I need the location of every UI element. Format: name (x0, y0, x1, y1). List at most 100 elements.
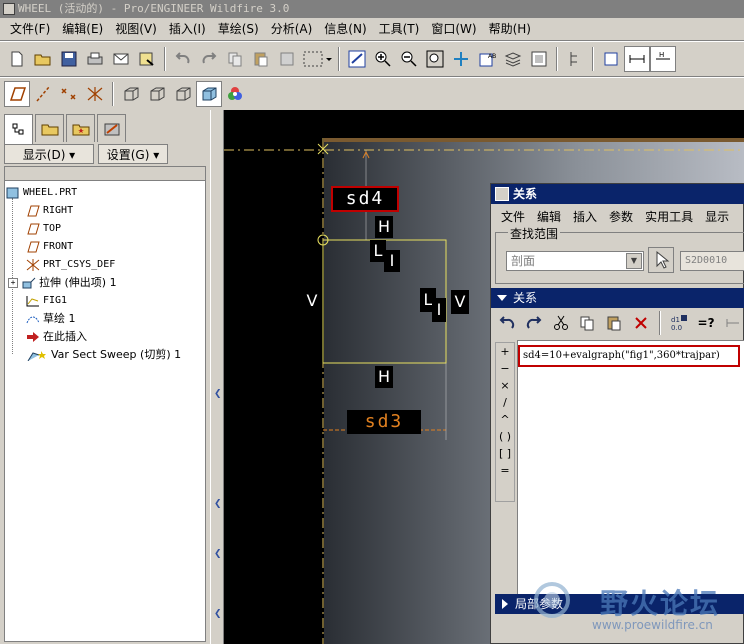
menu-tools[interactable]: 工具(T) (373, 18, 426, 40)
show-dropdown[interactable]: 显示(D) ▾ (4, 144, 94, 164)
tree-node-front[interactable]: FRONT (26, 238, 73, 255)
repaint-button[interactable] (344, 46, 370, 72)
look-in-select[interactable]: 剖面 ▼ (506, 251, 644, 271)
dialog-menu-parameters[interactable]: 参数 (603, 208, 639, 225)
menu-edit[interactable]: 编辑(E) (56, 18, 109, 40)
menu-window[interactable]: 窗口(W) (425, 18, 482, 40)
datum-points-toggle[interactable] (56, 81, 82, 107)
operator-power-button[interactable]: ^ (496, 411, 514, 428)
datum-planes-toggle[interactable] (4, 81, 30, 107)
relations-undo-button[interactable] (495, 310, 520, 336)
copy-button[interactable] (222, 46, 248, 72)
rename-button[interactable] (134, 46, 160, 72)
csys-toggle[interactable] (82, 81, 108, 107)
tree-node-top[interactable]: TOP (26, 220, 61, 237)
paste-special-button[interactable] (274, 46, 300, 72)
select-item-button[interactable] (648, 247, 674, 273)
constraint-i-right[interactable]: I (432, 298, 446, 322)
panel-splitter[interactable]: ❮ ❮ ❮ ❮ (210, 110, 224, 644)
no-hidden-button[interactable] (170, 81, 196, 107)
zoom-out-button[interactable] (396, 46, 422, 72)
open-button[interactable] (30, 46, 56, 72)
refit-button[interactable] (422, 46, 448, 72)
model-tree-toggle-button[interactable] (562, 46, 588, 72)
relations-cut-button[interactable] (548, 310, 573, 336)
undo-button[interactable] (170, 46, 196, 72)
dialog-menu-insert[interactable]: 插入 (567, 208, 603, 225)
operator-brackets-button[interactable]: [ ] (496, 445, 514, 462)
relation-line-highlight[interactable]: sd4=10+evalgraph("fig1",360*trajpar) (518, 345, 740, 367)
sketch-orient-button[interactable] (598, 46, 624, 72)
constraint-h-top[interactable]: H (375, 216, 393, 238)
paste-button[interactable] (248, 46, 274, 72)
relations-section-header[interactable]: 关系 (491, 288, 744, 308)
dialog-menu-display[interactable]: 显示 (699, 208, 735, 225)
dim-sd3[interactable]: sd3 (347, 410, 421, 434)
view-manager-button[interactable] (526, 46, 552, 72)
dimension-display-button[interactable] (624, 46, 650, 72)
saved-views-button[interactable]: AB (474, 46, 500, 72)
tree-node-right[interactable]: RIGHT (26, 202, 73, 219)
tree-node-var-sect-sweep[interactable]: Var Sect Sweep (切剪) 1 (26, 346, 181, 363)
menu-analysis[interactable]: 分析(A) (265, 18, 319, 40)
tab-folder-browser[interactable] (35, 114, 64, 142)
new-button[interactable] (4, 46, 30, 72)
menu-view[interactable]: 视图(V) (109, 18, 163, 40)
relations-delete-button[interactable] (628, 310, 653, 336)
expand-toggle[interactable]: + (8, 277, 18, 288)
operator-divide-button[interactable]: / (496, 394, 514, 411)
tab-favorites[interactable] (66, 114, 95, 142)
relations-copy-button[interactable] (575, 310, 600, 336)
operator-multiply-button[interactable]: × (496, 377, 514, 394)
relations-paste-button[interactable] (602, 310, 627, 336)
dialog-menu-file[interactable]: 文件 (495, 208, 531, 225)
window-title-bar[interactable]: WHEEL (活动的) - Pro/ENGINEER Wildfire 3.0 (0, 0, 744, 18)
settings-dropdown[interactable]: 设置(G) ▾ (98, 144, 168, 164)
dialog-menu-edit[interactable]: 编辑 (531, 208, 567, 225)
operator-equals-button[interactable]: = (496, 462, 514, 479)
relations-evaluate-button[interactable]: =? (694, 310, 719, 336)
tree-node-fig1[interactable]: FIG1 (26, 292, 67, 309)
tab-model-tree[interactable] (4, 114, 33, 144)
dialog-menu-utilities[interactable]: 实用工具 (639, 208, 699, 225)
redo-button[interactable] (196, 46, 222, 72)
wireframe-button[interactable] (118, 81, 144, 107)
relations-verify-button[interactable] (720, 310, 744, 336)
tree-node-sketch1[interactable]: 草绘 1 (26, 310, 76, 327)
operator-parens-button[interactable]: ( ) (496, 428, 514, 445)
send-mail-button[interactable] (108, 46, 134, 72)
relations-editor[interactable]: sd4=10+evalgraph("fig1",360*trajpar) (517, 340, 744, 598)
menu-insert[interactable]: 插入(I) (163, 18, 212, 40)
shading-button[interactable] (196, 81, 222, 107)
menu-help[interactable]: 帮助(H) (483, 18, 537, 40)
zoom-in-button[interactable] (370, 46, 396, 72)
constraint-h-bottom[interactable]: H (375, 366, 393, 388)
tree-node-csys[interactable]: PRT_CSYS_DEF (26, 256, 115, 273)
look-in-value[interactable]: S2D0010 (680, 251, 744, 271)
operator-plus-button[interactable]: + (496, 343, 514, 360)
menu-info[interactable]: 信息(N) (318, 18, 372, 40)
layers-button[interactable] (500, 46, 526, 72)
tab-connections[interactable] (97, 114, 126, 142)
tree-node-extrude[interactable]: + 拉伸 (伸出项) 1 (8, 274, 117, 291)
save-button[interactable] (56, 46, 82, 72)
print-button[interactable] (82, 46, 108, 72)
orient-button[interactable] (448, 46, 474, 72)
select-box-button[interactable] (300, 46, 334, 72)
menu-file[interactable]: 文件(F) (4, 18, 56, 40)
dim-sd4-highlight[interactable]: sd4 (331, 186, 399, 212)
appearance-button[interactable] (222, 81, 248, 107)
dialog-title-bar[interactable]: 关系 (491, 184, 744, 204)
hidden-line-button[interactable] (144, 81, 170, 107)
operator-minus-button[interactable]: − (496, 360, 514, 377)
constraint-v-right[interactable]: V (451, 290, 469, 314)
local-parameters-header[interactable]: 局部参数 (495, 594, 744, 614)
constraint-i-top[interactable]: I (384, 250, 400, 272)
relations-redo-button[interactable] (522, 310, 547, 336)
constraint-v-left[interactable]: V (304, 290, 320, 312)
tree-node-root[interactable]: WHEEL.PRT (6, 184, 77, 201)
tree-node-insert-here[interactable]: 在此插入 (26, 328, 87, 345)
datum-axes-toggle[interactable] (30, 81, 56, 107)
relations-sort-button[interactable]: d1 0.0 (667, 310, 692, 336)
constraints-display-button[interactable]: H (650, 46, 676, 72)
